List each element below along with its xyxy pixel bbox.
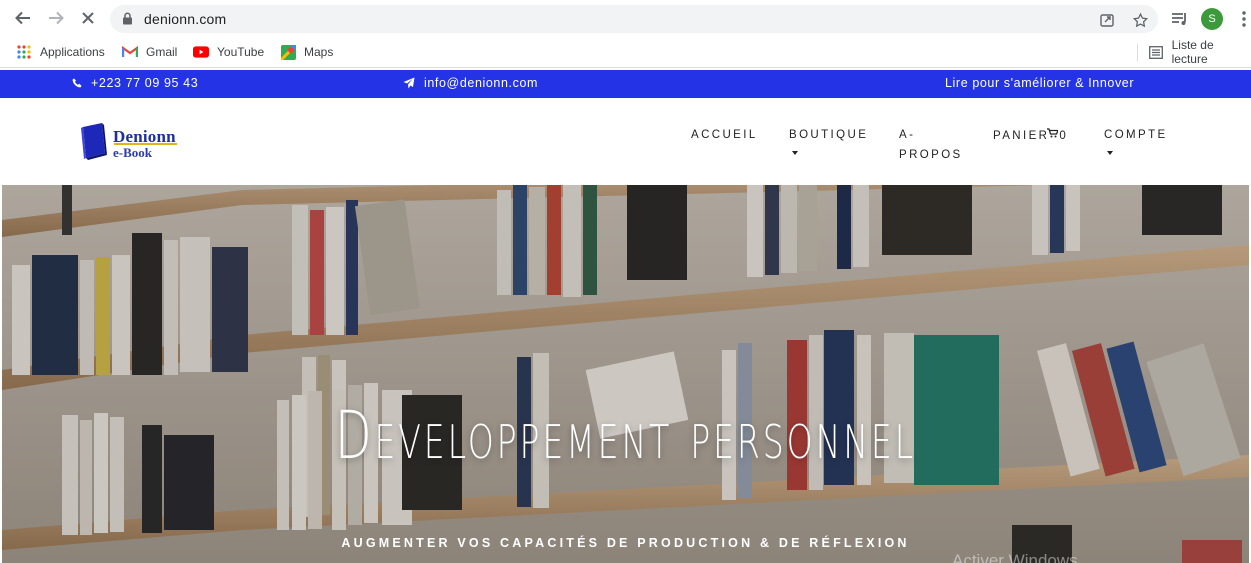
site-logo[interactable]: Denionn e-Book (80, 123, 180, 161)
url-text: denionn.com (144, 11, 227, 27)
bookmark-gmail[interactable]: Gmail (122, 43, 177, 61)
profile-avatar[interactable]: S (1201, 8, 1223, 30)
bookmark-youtube[interactable]: YouTube (193, 43, 264, 61)
bookmark-applications[interactable]: Applications (16, 43, 105, 61)
hero-banner: Developpement personnel Augmenter vos ca… (2, 185, 1249, 563)
lock-icon (122, 12, 133, 30)
hero-title: Developpement personnel (334, 397, 917, 474)
star-icon[interactable] (1131, 11, 1149, 29)
chevron-down-icon (1107, 151, 1113, 155)
gmail-icon (122, 44, 138, 60)
stop-loading-button[interactable] (77, 7, 99, 29)
share-icon[interactable] (1098, 11, 1116, 29)
nav-accueil-label: ACCUEIL (691, 129, 758, 141)
nav-compte-label: COMPTE (1104, 129, 1168, 141)
cart-icon (1047, 125, 1060, 145)
topbar-phone[interactable]: +223 77 09 95 43 (72, 76, 198, 90)
book-logo-icon (81, 123, 107, 160)
reading-list-button[interactable]: Liste de lecture (1148, 38, 1251, 66)
nav-a-propos[interactable]: A- PROPOS (899, 125, 963, 165)
bookmark-label: Gmail (146, 45, 178, 59)
nav-a-propos-label: A- (899, 129, 916, 141)
reading-list-label: Liste de lecture (1171, 38, 1214, 66)
youtube-icon (193, 44, 209, 60)
hero-subtitle: Augmenter vos capacités de production & … (341, 536, 910, 550)
nav-boutique[interactable]: BOUTIQUE (789, 125, 868, 155)
forward-button[interactable] (45, 7, 67, 29)
bookmarks-bar: Applications Gmail YouTube Maps Liste de… (0, 37, 1251, 68)
address-bar[interactable]: denionn.com (110, 5, 1158, 33)
maps-icon (280, 44, 296, 60)
media-playlist-icon[interactable] (1170, 9, 1190, 29)
activate-windows-watermark: Activer Windows (952, 551, 1078, 563)
tagline-text: Lire pour s'améliorer & Innover (945, 76, 1135, 90)
reading-list-icon (1148, 44, 1164, 60)
hero-overlay (2, 185, 1249, 563)
nav-boutique-label: BOUTIQUE (789, 129, 869, 141)
phone-text: +223 77 09 95 43 (91, 76, 199, 90)
nav-accueil[interactable]: ACCUEIL (691, 125, 758, 145)
bookmark-maps[interactable]: Maps (280, 43, 333, 61)
topbar-email[interactable]: info@denionn.com (403, 76, 538, 90)
cart-count: 0 (1059, 130, 1069, 143)
nav-compte[interactable]: COMPTE (1104, 125, 1168, 155)
email-text: info@denionn.com (424, 76, 539, 90)
more-menu-icon[interactable] (1234, 9, 1251, 29)
nav-panier[interactable]: PANIER 0 (993, 125, 1068, 147)
apps-grid-icon (16, 44, 32, 60)
back-button[interactable] (12, 7, 34, 29)
close-icon (82, 12, 94, 24)
logo-subtitle: e-Book (113, 145, 152, 160)
phone-icon (72, 78, 82, 88)
bookmark-label: Applications (40, 45, 105, 59)
paper-plane-icon (403, 77, 415, 89)
site-header: Denionn e-Book ACCUEIL BOUTIQUE A- PROPO… (0, 98, 1251, 185)
browser-toolbar: denionn.com S (0, 0, 1251, 36)
bookmark-label: Maps (304, 45, 334, 59)
nav-panier-label: PANIER (993, 130, 1050, 143)
site-top-bar: +223 77 09 95 43 info@denionn.com Lire p… (0, 70, 1251, 98)
bookmark-label: YouTube (217, 45, 265, 59)
bookmark-divider (1137, 44, 1138, 61)
chevron-down-icon (792, 151, 798, 155)
nav-a-propos-label-2: PROPOS (899, 149, 963, 161)
forward-arrow-icon (49, 11, 64, 25)
back-arrow-icon (15, 11, 30, 25)
topbar-tagline: Lire pour s'améliorer & Innover (945, 76, 1134, 90)
